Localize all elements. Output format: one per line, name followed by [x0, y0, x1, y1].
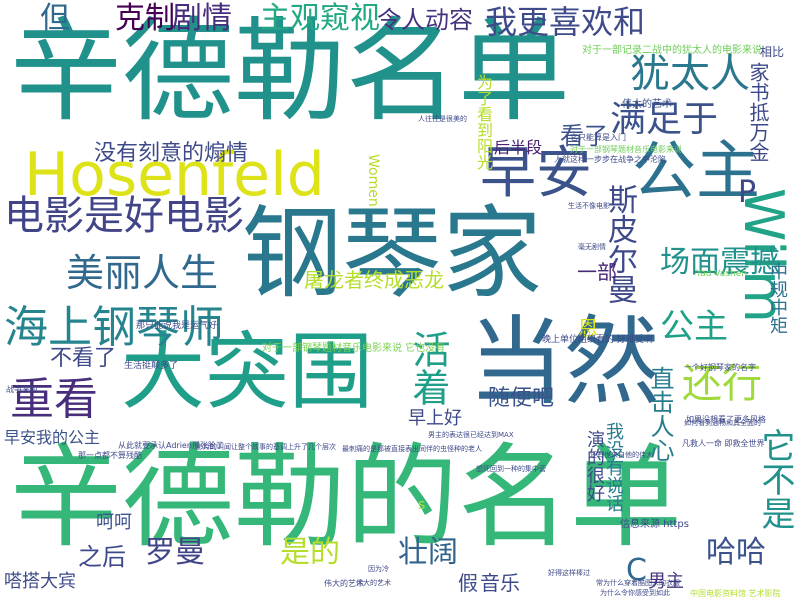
cloud-word: 战争来时: [6, 385, 38, 394]
cloud-word: 伟大的艺术: [622, 99, 672, 110]
cloud-word: 它只能算是入门: [570, 133, 626, 142]
cloud-word: 凡救人一命 即救全世界: [682, 439, 765, 448]
cloud-word: 后半段: [494, 138, 543, 157]
cloud-word: 为什么令你感受到如此: [600, 589, 670, 597]
cloud-word: 因为冷: [368, 565, 389, 573]
cloud-word: 公主: [660, 307, 728, 347]
cloud-word: 美丽人生: [66, 251, 219, 295]
cloud-word: 早上好: [408, 408, 462, 429]
cloud-word: 最刺痛的是那被直接表出同伴的虫怪种的老人: [342, 445, 482, 453]
cloud-word: 晚上单位组织看的 好难受啊: [542, 335, 653, 345]
cloud-word: 影片的叫闻让整个故事的基调上升了几个层次: [196, 443, 336, 451]
cloud-word: 直击人心: [646, 366, 674, 462]
cloud-word: s: [418, 497, 426, 513]
cloud-word: 信息来源 https: [620, 519, 689, 530]
cloud-word: 中规中矩: [767, 262, 788, 334]
cloud-word: 对于一部钢琴题材音乐电影来说 它也没有: [262, 343, 446, 354]
cloud-word: 常为什么穿着酷图人的衣服: [596, 579, 680, 587]
word-cloud: 辛德勒名单 辛德勒的名单 钢琴家 当然 大突围 Hosenfeld 早安 公主 …: [0, 0, 800, 600]
cloud-word: 演的很好: [584, 430, 605, 502]
cloud-word: 家书抵万金: [746, 62, 770, 162]
cloud-word: 克制: [115, 1, 175, 36]
cloud-word: 哈哈: [706, 535, 766, 570]
cloud-word: 对于一部记录二战中的犹太人的电影来说: [582, 45, 762, 56]
cloud-word: 毫无剧情: [578, 243, 606, 251]
cloud-word: 人就这样一步步在战争之中沦陷: [554, 155, 666, 164]
cloud-word: 伟大的艺术: [356, 579, 391, 587]
cloud-word: 之后: [78, 543, 126, 571]
cloud-word: 如何看到通畅和其全面的: [684, 419, 761, 427]
cloud-word: 不看了: [50, 346, 117, 371]
cloud-word: 嗒搭大宾: [4, 571, 76, 592]
cloud-word: 犹太人: [630, 51, 750, 97]
cloud-word: 呵呵: [96, 512, 132, 533]
cloud-word: 是的: [280, 535, 340, 570]
cloud-word: 相比: [760, 45, 785, 59]
cloud-word: 电影是好电影: [4, 193, 244, 239]
cloud-word: 主观窥视: [260, 1, 380, 36]
cloud-word: 那只能说我是运气好: [136, 321, 218, 331]
cloud-word: 我更喜欢和: [485, 3, 646, 41]
cloud-word: 没有刻意的煽情: [94, 141, 249, 166]
cloud-word: 还有也来自他的伟大: [590, 451, 653, 459]
cloud-word: 屠龙者终成恶龙: [304, 268, 444, 292]
cloud-word: 一个好钢琴家的名字: [684, 363, 756, 372]
cloud-word: P: [738, 175, 757, 210]
cloud-word: 想死回到一种的集中营: [476, 465, 546, 473]
cloud-word: 人往往是很美的: [418, 115, 467, 123]
cloud-word: 生活不像电影: [568, 202, 610, 210]
cloud-word: 生活挺颠多了: [124, 361, 179, 371]
cloud-word: Women: [365, 154, 381, 207]
cloud-word: 早安我的公主: [4, 428, 101, 447]
cloud-word: 剧情: [172, 1, 232, 36]
cloud-word: Yad Vashen: [696, 269, 747, 279]
cloud-word: 假: [458, 571, 478, 595]
cloud-word: 那一点都不算残酷: [78, 451, 142, 460]
cloud-word: 但: [40, 1, 70, 36]
cloud-word: 一部: [577, 260, 617, 284]
cloud-word: 活着: [406, 330, 450, 406]
cloud-word: 令人动容: [377, 6, 473, 34]
cloud-word: 对于一部钢琴题材音乐电影来说: [570, 145, 682, 154]
cloud-word: 壮阔: [398, 535, 458, 570]
cloud-word: 音乐: [480, 571, 520, 595]
cloud-word: 男主的表达很已经达到MAX: [428, 431, 514, 439]
cloud-word: 我没有说话: [603, 422, 624, 512]
cloud-word: 为了看到阳光: [474, 74, 493, 170]
cloud-word: 中国电影资料馆 艺术影院: [690, 589, 781, 598]
cloud-word: 好得这样棒过: [548, 569, 590, 577]
cloud-word: 罗曼: [145, 535, 205, 570]
cloud-word: 随便吧: [488, 386, 555, 411]
